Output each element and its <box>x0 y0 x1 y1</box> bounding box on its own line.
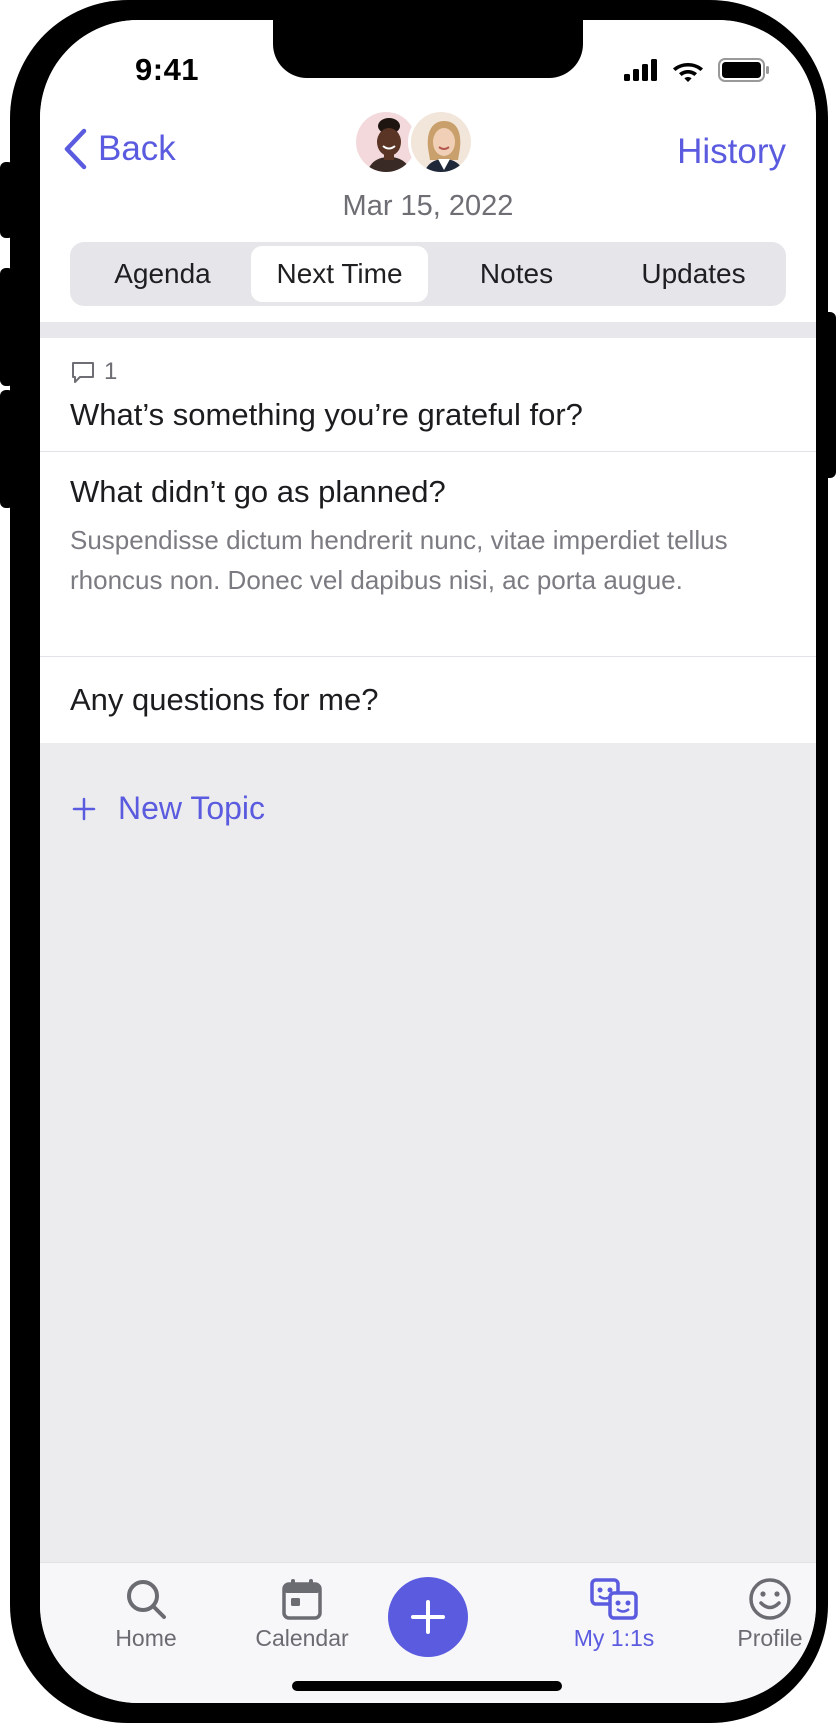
screen: 9:41 Back History Mar 15, 2022 Agenda Ne… <box>40 20 816 1703</box>
topic-list: 1 What’s something you’re grateful for? … <box>40 338 816 743</box>
cellular-signal-icon <box>624 59 657 81</box>
back-button[interactable]: Back <box>62 128 176 170</box>
back-label: Back <box>98 129 176 168</box>
tab-bar-profile-label: Profile <box>737 1625 803 1651</box>
new-topic-label: New Topic <box>118 790 266 826</box>
notch <box>273 20 583 78</box>
phone-frame: 9:41 Back History Mar 15, 2022 Agenda Ne… <box>10 0 828 1723</box>
new-topic-button[interactable]: New Topic <box>72 790 265 827</box>
plus-icon <box>411 1600 445 1634</box>
home-indicator[interactable] <box>292 1681 562 1691</box>
chevron-left-icon <box>64 128 87 170</box>
topic-title: Any questions for me? <box>70 682 379 717</box>
status-icons <box>624 58 770 82</box>
tab-bar-calendar-label: Calendar <box>255 1625 349 1651</box>
status-time: 9:41 <box>135 52 200 87</box>
comment-count-value: 1 <box>104 358 118 385</box>
topic-item[interactable]: Any questions for me? <box>40 657 816 743</box>
history-button[interactable]: History <box>677 132 786 172</box>
tab-agenda[interactable]: Agenda <box>74 246 251 302</box>
tab-bar-home-label: Home <box>115 1625 177 1651</box>
wifi-icon <box>673 62 703 82</box>
section-divider <box>40 322 816 338</box>
tab-updates[interactable]: Updates <box>605 246 782 302</box>
tab-next-time[interactable]: Next Time <box>251 246 428 302</box>
person-avatar-icon <box>411 112 471 172</box>
calendar-icon <box>282 1579 322 1620</box>
topic-title: What’s something you’re grateful for? <box>70 397 583 432</box>
comment-icon <box>72 362 94 383</box>
comment-count: 1 <box>70 338 786 386</box>
tab-bar-profile[interactable]: Profile <box>705 1577 816 1652</box>
search-icon <box>127 1580 166 1619</box>
add-button[interactable] <box>388 1577 468 1657</box>
tab-bar-my-one-on-ones[interactable]: My 1:1s <box>549 1577 679 1652</box>
meeting-date: Mar 15, 2022 <box>342 190 514 222</box>
tab-bar-calendar[interactable]: Calendar <box>237 1577 367 1652</box>
tab-notes[interactable]: Notes <box>428 246 605 302</box>
topic-title: What didn’t go as planned? <box>70 474 446 509</box>
topic-description: Suspendisse dictum hendrerit nunc, vitae… <box>70 525 728 595</box>
avatar[interactable] <box>408 109 474 175</box>
tab-bar-home[interactable]: Home <box>81 1577 211 1652</box>
topic-item[interactable]: What didn’t go as planned? Suspendisse d… <box>40 452 816 657</box>
plus-icon <box>72 797 96 820</box>
segmented-tabs: Agenda Next Time Notes Updates <box>70 242 786 306</box>
one-on-ones-icon <box>590 1578 638 1620</box>
header: 9:41 Back History Mar 15, 2022 Agenda Ne… <box>40 20 816 322</box>
battery-icon <box>718 58 769 82</box>
smiley-icon <box>749 1578 791 1620</box>
topic-item[interactable]: 1 What’s something you’re grateful for? <box>40 338 816 452</box>
tab-bar-my-one-on-ones-label: My 1:1s <box>573 1625 655 1651</box>
